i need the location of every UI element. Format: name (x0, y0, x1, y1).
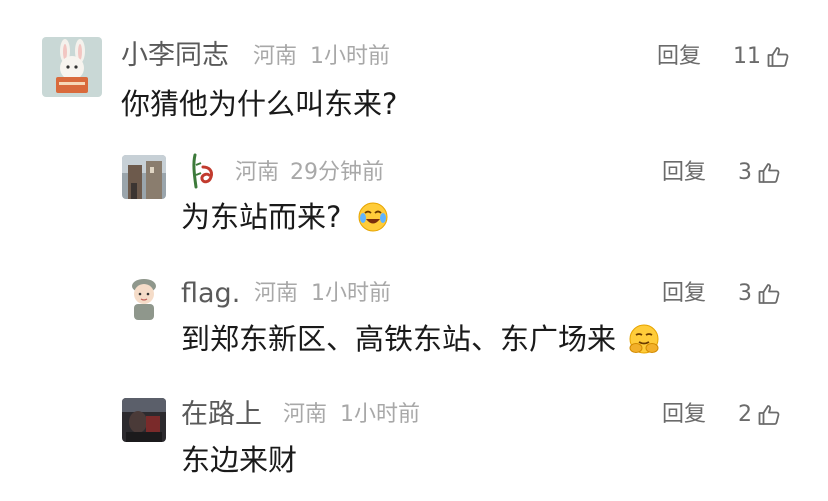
reply-comment-item: 在路上 河南 1小时前 东边来财 回复 2 (0, 0, 828, 501)
like-button[interactable]: 2 (738, 399, 781, 431)
comment-location: 河南 (283, 402, 328, 427)
comment-username[interactable]: 在路上 (181, 399, 262, 431)
dark-photo-avatar-icon[interactable] (122, 398, 166, 442)
like-count: 2 (738, 402, 752, 427)
comment-text: 东边来财 (181, 443, 298, 477)
comment-timestamp: 1小时前 (340, 402, 420, 427)
reply-button[interactable]: 回复 (662, 399, 706, 431)
thumbs-up-icon (757, 403, 781, 427)
